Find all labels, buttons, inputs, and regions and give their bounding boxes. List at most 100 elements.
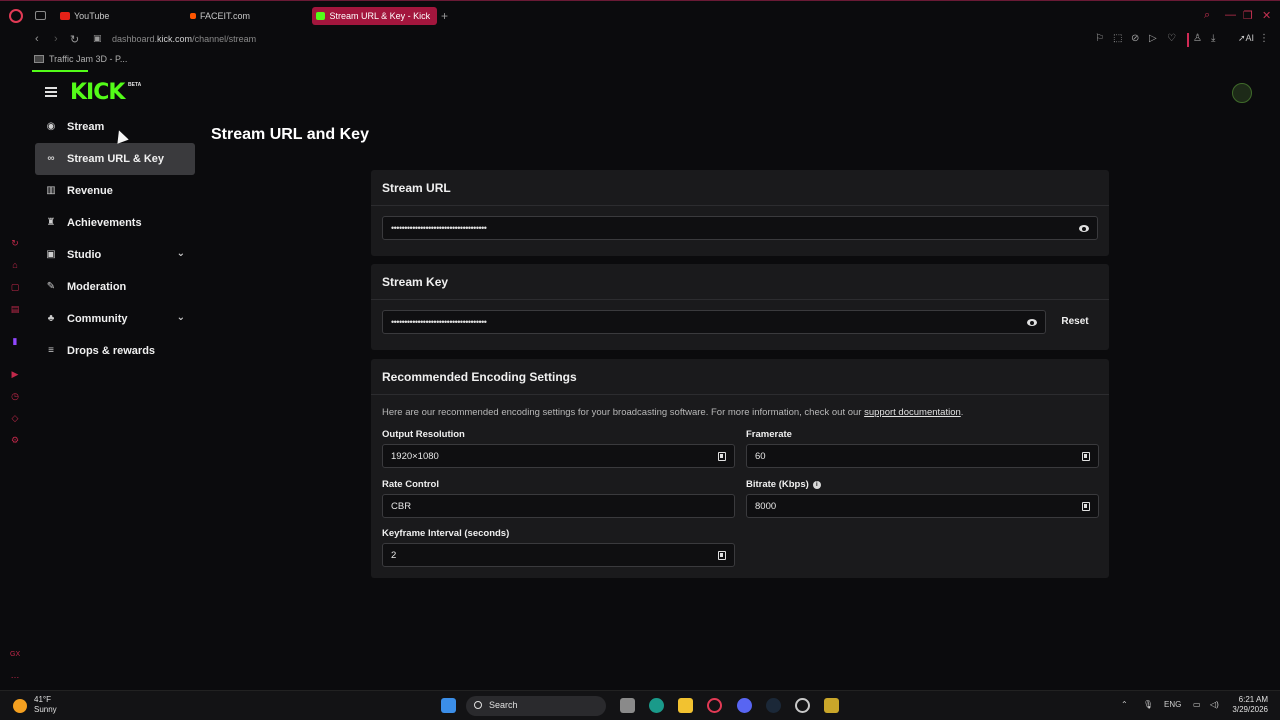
tray-chevron-icon[interactable]: ⌃ xyxy=(1121,700,1128,709)
tab-faceit[interactable]: FACEIT.com xyxy=(186,7,310,25)
hamburger-menu-icon[interactable] xyxy=(45,87,57,97)
chevron-down-icon[interactable]: ⌄ xyxy=(177,248,185,259)
menu-icon[interactable]: ⋮ xyxy=(1259,33,1269,44)
copy-icon[interactable] xyxy=(718,551,726,560)
chevron-down-icon[interactable]: ⌄ xyxy=(177,312,185,323)
download-icon[interactable]: ⤓ xyxy=(1211,33,1215,44)
bookmark-item[interactable]: Traffic Jam 3D - P... xyxy=(34,54,127,64)
stream-url-field[interactable]: •••••••••••••••••••••••••••••••••••• xyxy=(382,216,1098,240)
weather-widget[interactable]: 41°F Sunny xyxy=(34,695,57,715)
nav-item-label: Studio xyxy=(67,249,102,261)
gx-corner-icon[interactable]: ↻ xyxy=(10,238,20,248)
history-icon[interactable]: ◷ xyxy=(10,391,20,401)
twitch-icon[interactable]: ▮ xyxy=(10,336,20,346)
gx-icon[interactable]: GX xyxy=(10,650,20,660)
copy-icon[interactable] xyxy=(1082,502,1090,511)
nav-item-achievements[interactable]: ♜ Achievements xyxy=(35,207,195,239)
youtube-icon xyxy=(60,12,70,20)
support-documentation-link[interactable]: support documentation xyxy=(864,407,961,418)
steam-icon[interactable] xyxy=(766,698,781,713)
discord-icon[interactable] xyxy=(737,698,752,713)
bitrate-label-group: Bitrate (Kbps) i xyxy=(746,479,821,490)
nav-item-revenue[interactable]: ▥ Revenue xyxy=(35,175,195,207)
volume-icon[interactable]: ◁) xyxy=(1210,700,1219,709)
framerate-field[interactable]: 60 xyxy=(746,444,1099,468)
nav-item-label: Moderation xyxy=(67,281,127,293)
more-icon[interactable]: … xyxy=(10,670,20,680)
ai-button[interactable]: ➚AI xyxy=(1238,33,1254,44)
edge-icon[interactable] xyxy=(649,698,664,713)
settings-icon[interactable]: ⚙ xyxy=(10,435,20,445)
user-avatar[interactable] xyxy=(1232,83,1252,103)
chart-icon: ▥ xyxy=(46,185,56,196)
nav-item-moderation[interactable]: ✎ Moderation xyxy=(35,271,195,303)
faceit-app-icon[interactable] xyxy=(795,698,810,713)
kick-logo[interactable]: KICK xyxy=(70,80,125,105)
tab-label: Stream URL & Key - Kick D xyxy=(329,11,433,21)
encoding-settings-card: Recommended Encoding Settings Here are o… xyxy=(371,359,1109,578)
nav-item-drops-rewards[interactable]: ≡ Drops & rewards xyxy=(35,335,195,367)
taskbar-clock[interactable]: 6:21 AM 3/29/2026 xyxy=(1222,695,1268,715)
address-bar: ‹ › ↻ ▣ dashboard.kick.com/channel/strea… xyxy=(0,30,1280,50)
nav-item-label: Stream xyxy=(67,121,105,133)
close-icon[interactable]: ✕ xyxy=(1262,9,1271,22)
bookmark-add-icon[interactable]: ⚐ xyxy=(1095,33,1104,44)
microphone-icon[interactable]: 🎙 xyxy=(1143,700,1153,709)
lock-icon[interactable]: ▣ xyxy=(93,33,102,44)
snapshot-icon[interactable]: ⬚ xyxy=(1113,33,1122,44)
stream-key-field[interactable]: •••••••••••••••••••••••••••••••••••• xyxy=(382,310,1046,334)
beta-badge: BETA xyxy=(128,82,142,88)
adblock-icon[interactable]: ⊘ xyxy=(1131,33,1139,44)
rate-control-field[interactable]: CBR xyxy=(382,494,735,518)
nav-item-studio[interactable]: ▣ Studio ⌄ xyxy=(35,239,195,271)
nav-item-community[interactable]: ♣ Community ⌄ xyxy=(35,303,195,335)
copy-icon[interactable] xyxy=(1082,452,1090,461)
nav-item-stream-url-key[interactable]: ∞ Stream URL & Key xyxy=(35,143,195,175)
back-icon[interactable]: ‹ xyxy=(35,33,39,45)
maximize-icon[interactable]: ❐ xyxy=(1243,9,1253,22)
play-icon[interactable]: ▷ xyxy=(1149,33,1157,44)
description-end: . xyxy=(960,407,964,418)
tab-label: YouTube xyxy=(74,11,110,21)
new-tab-icon[interactable]: + xyxy=(441,9,448,23)
dashboard-nav: ◉ Stream ∞ Stream URL & Key ▥ Revenue ♜ … xyxy=(35,111,195,367)
store-icon[interactable]: ⌂ xyxy=(10,260,20,270)
reset-button[interactable]: Reset xyxy=(1052,310,1098,334)
account-icon[interactable]: ♙ xyxy=(1193,33,1202,44)
forward-icon[interactable]: › xyxy=(54,33,58,45)
tab-kick-active[interactable]: Stream URL & Key - Kick D xyxy=(312,7,437,25)
output-resolution-field[interactable]: 1920×1080 xyxy=(382,444,735,468)
nav-item-label: Revenue xyxy=(67,185,113,197)
taskbar-search[interactable]: Search xyxy=(466,696,606,716)
minimize-icon[interactable]: — xyxy=(1225,9,1236,21)
game-app-icon[interactable] xyxy=(824,698,839,713)
player-icon[interactable]: ▶ xyxy=(10,369,20,379)
weather-sun-icon[interactable] xyxy=(13,699,27,713)
opera-logo-icon[interactable] xyxy=(9,9,23,23)
url-field[interactable]: dashboard.kick.com/channel/stream xyxy=(112,34,256,44)
heart-icon[interactable]: ♡ xyxy=(1167,33,1176,44)
file-explorer-icon[interactable] xyxy=(678,698,693,713)
keyframe-interval-field[interactable]: 2 xyxy=(382,543,735,567)
divider xyxy=(371,205,1109,206)
bitrate-field[interactable]: 8000 xyxy=(746,494,1099,518)
language-indicator[interactable]: ENG xyxy=(1164,700,1181,709)
game-icon xyxy=(34,55,44,63)
eye-icon[interactable] xyxy=(1027,319,1037,326)
task-view-icon[interactable] xyxy=(620,698,635,713)
tab-youtube[interactable]: YouTube xyxy=(56,7,186,25)
extensions-icon[interactable]: ◇ xyxy=(10,413,20,423)
search-tabs-icon[interactable]: ⌕ xyxy=(1204,9,1210,22)
reload-icon[interactable]: ↻ xyxy=(70,33,79,46)
mail-icon[interactable]: ▤ xyxy=(10,304,20,314)
tab-overview-icon[interactable] xyxy=(35,11,46,20)
messenger-icon[interactable]: ▢ xyxy=(10,282,20,292)
start-icon[interactable] xyxy=(441,698,456,713)
ai-label: AI xyxy=(1245,33,1255,43)
stream-key-card: Stream Key •••••••••••••••••••••••••••••… xyxy=(371,264,1109,350)
network-icon[interactable]: ▭ xyxy=(1193,700,1201,709)
copy-icon[interactable] xyxy=(718,452,726,461)
eye-icon[interactable] xyxy=(1079,225,1089,232)
opera-gx-icon[interactable] xyxy=(707,698,722,713)
info-icon[interactable]: i xyxy=(812,481,821,489)
